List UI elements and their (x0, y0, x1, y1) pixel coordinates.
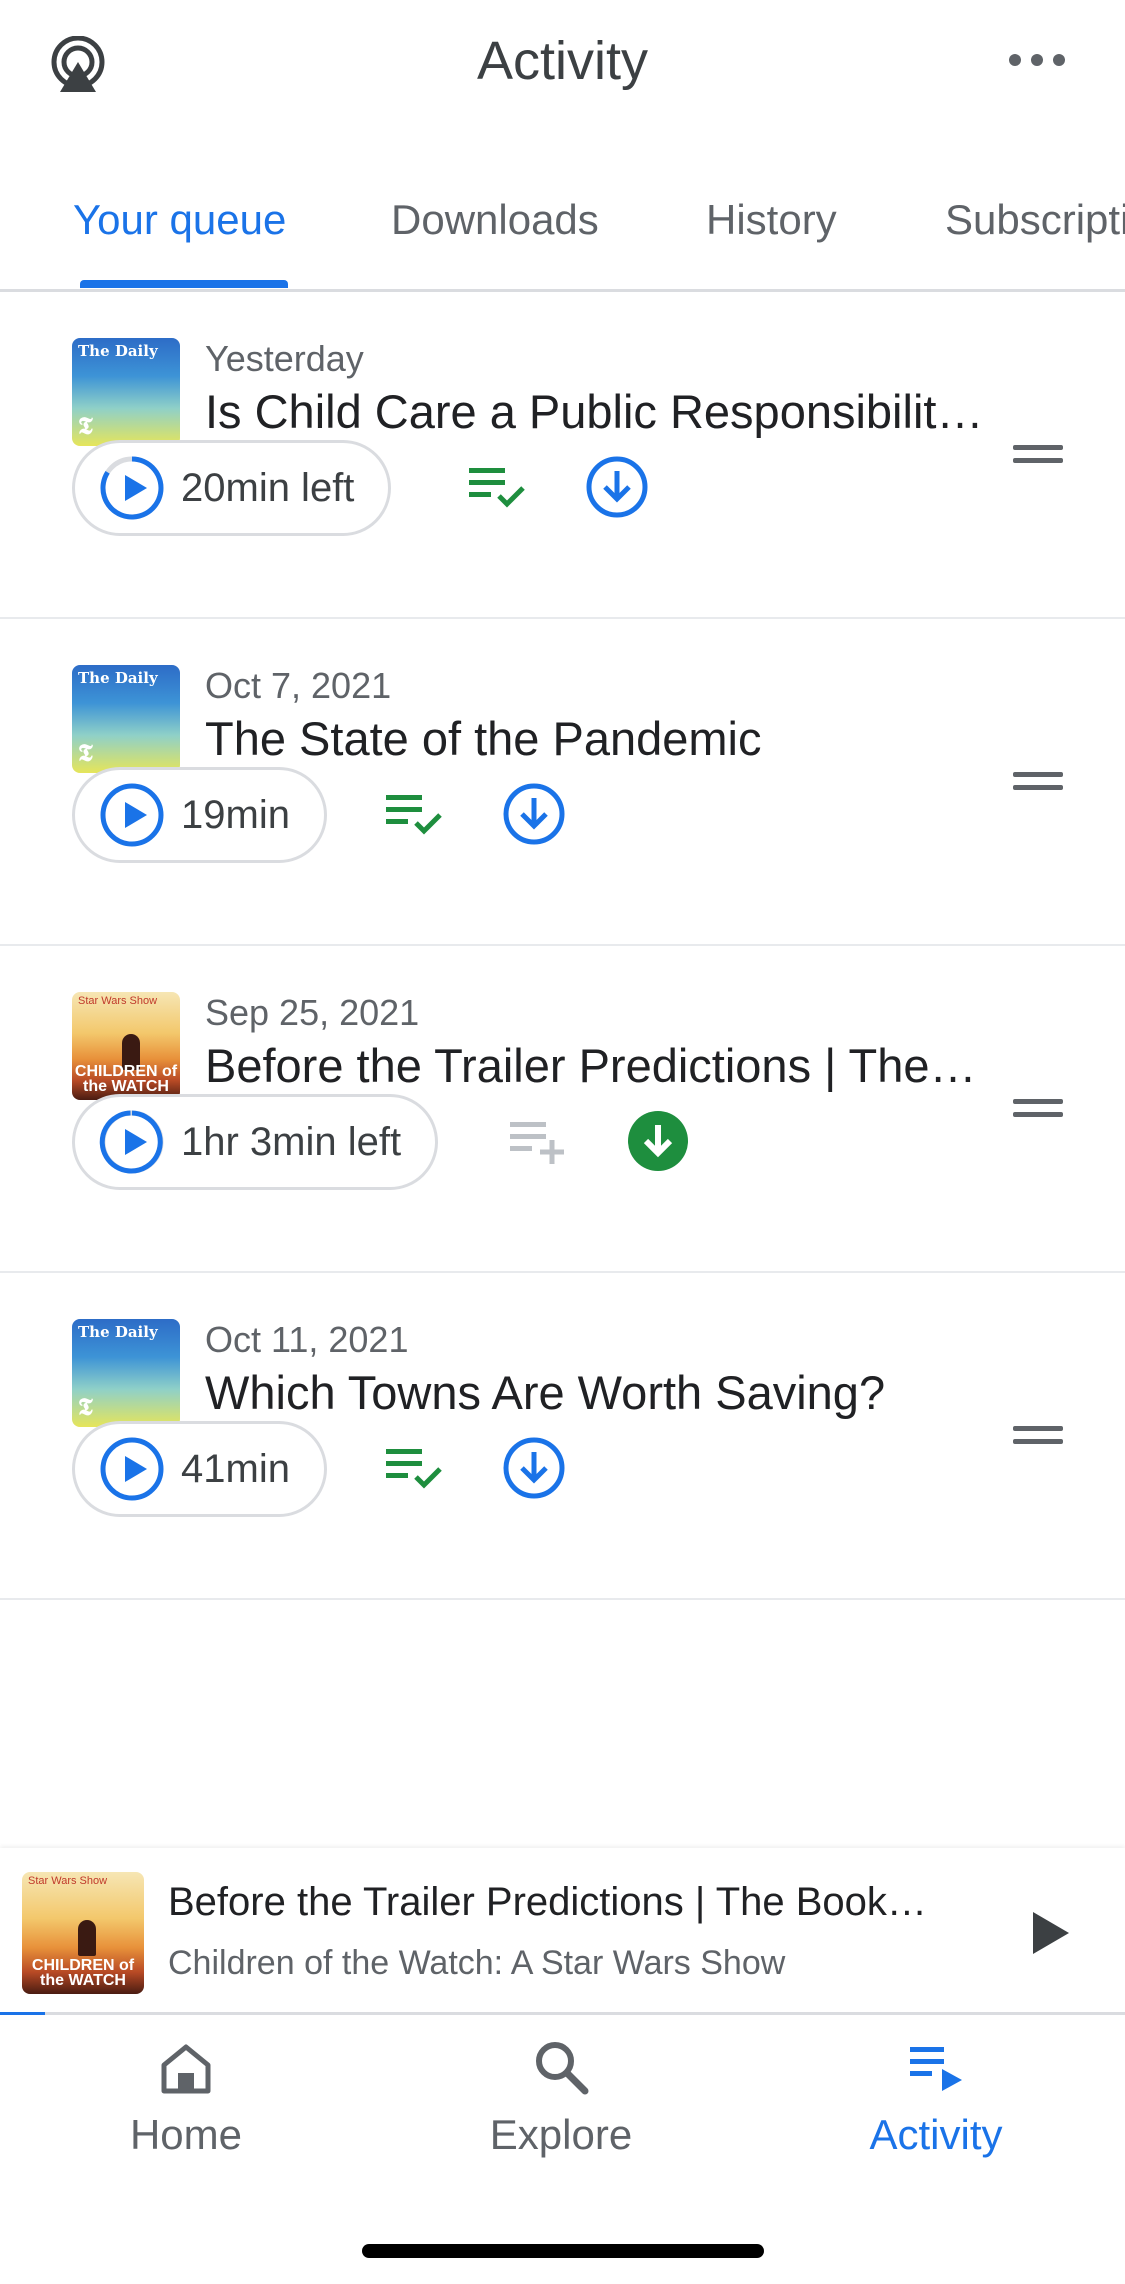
episode-date: Sep 25, 2021 (205, 992, 420, 1033)
episode-duration: 41min (181, 1446, 290, 1491)
active-tab-indicator (80, 280, 288, 288)
episode-title[interactable]: Before the Trailer Predictions | The Boo… (205, 1038, 985, 1093)
drag-handle[interactable] (1013, 772, 1063, 794)
queued-check-icon[interactable] (469, 462, 529, 512)
nav-explore[interactable]: Explore (411, 2035, 711, 2159)
top-bar: Activity (0, 0, 1125, 130)
more-horizontal-icon[interactable] (1007, 50, 1067, 70)
time-remaining: 20min left (181, 465, 355, 510)
podcast-artwork: The Daily 𝕿 (72, 1319, 180, 1427)
play-icon[interactable] (1029, 1908, 1073, 1958)
queue-item[interactable]: The Daily 𝕿 Oct 11, 2021 Which Towns Are… (0, 1273, 1125, 1600)
episode-title[interactable]: The State of the Pandemic (205, 711, 985, 766)
page-title: Activity (476, 31, 649, 91)
podcast-artwork: The Daily 𝕿 (72, 338, 180, 446)
drag-handle[interactable] (1013, 1099, 1063, 1121)
queue-play-icon (910, 2047, 962, 2091)
mini-player[interactable]: Star Wars Show CHILDREN of the WATCH Bef… (0, 1848, 1125, 2014)
episode-duration: 19min (181, 792, 290, 837)
nav-activity[interactable]: Activity (786, 2035, 1086, 2159)
play-progress-icon (99, 1110, 164, 1174)
download-icon[interactable] (502, 782, 566, 846)
play-button[interactable]: 19min (72, 767, 327, 863)
home-indicator (362, 2244, 764, 2258)
podcast-artwork: The Daily 𝕿 (72, 665, 180, 773)
tab-subscriptions[interactable]: Subscriptions (945, 196, 1125, 244)
nav-home[interactable]: Home (36, 2035, 336, 2159)
play-button[interactable]: 1hr 3min left (72, 1094, 439, 1190)
queue-item[interactable]: The Daily 𝕿 Oct 7, 2021 The State of the… (0, 619, 1125, 946)
home-icon (161, 2044, 211, 2094)
podcast-artwork: Star Wars Show CHILDREN of the WATCH (72, 992, 180, 1100)
queue-item[interactable]: The Daily 𝕿 Yesterday Is Child Care a Pu… (0, 292, 1125, 619)
now-playing-title[interactable]: Before the Trailer Predictions | The Boo… (168, 1880, 928, 1925)
time-remaining: 1hr 3min left (181, 1119, 402, 1164)
play-button[interactable]: 41min (72, 1421, 327, 1517)
add-to-queue-icon[interactable] (510, 1116, 570, 1166)
episode-title[interactable]: Which Towns Are Worth Saving? (205, 1365, 985, 1420)
episode-date: Yesterday (205, 338, 364, 379)
drag-handle[interactable] (1013, 1426, 1063, 1448)
activity-tabs: Your queue Downloads History Subscriptio… (0, 180, 1125, 292)
play-button[interactable]: 20min left (72, 440, 392, 536)
now-playing-artwork: Star Wars Show CHILDREN of the WATCH (22, 1872, 144, 1994)
now-playing-podcast: Children of the Watch: A Star Wars Show (168, 1944, 786, 1982)
drag-handle[interactable] (1013, 445, 1063, 467)
play-icon (100, 783, 164, 847)
tab-your-queue[interactable]: Your queue (73, 196, 286, 244)
tab-downloads[interactable]: Downloads (391, 196, 599, 244)
queue-item[interactable]: Star Wars Show CHILDREN of the WATCH Sep… (0, 946, 1125, 1273)
queued-check-icon[interactable] (386, 1443, 446, 1493)
downloaded-icon[interactable] (626, 1109, 690, 1173)
queued-check-icon[interactable] (386, 789, 446, 839)
episode-date: Oct 7, 2021 (205, 665, 392, 706)
play-progress-icon (100, 456, 164, 520)
tab-history[interactable]: History (706, 196, 837, 244)
search-icon (536, 2042, 589, 2095)
episode-date: Oct 11, 2021 (205, 1319, 409, 1360)
play-icon (100, 1437, 164, 1501)
download-icon[interactable] (585, 455, 649, 519)
download-icon[interactable] (502, 1436, 566, 1500)
episode-title[interactable]: Is Child Care a Public Responsibility? (205, 384, 985, 439)
